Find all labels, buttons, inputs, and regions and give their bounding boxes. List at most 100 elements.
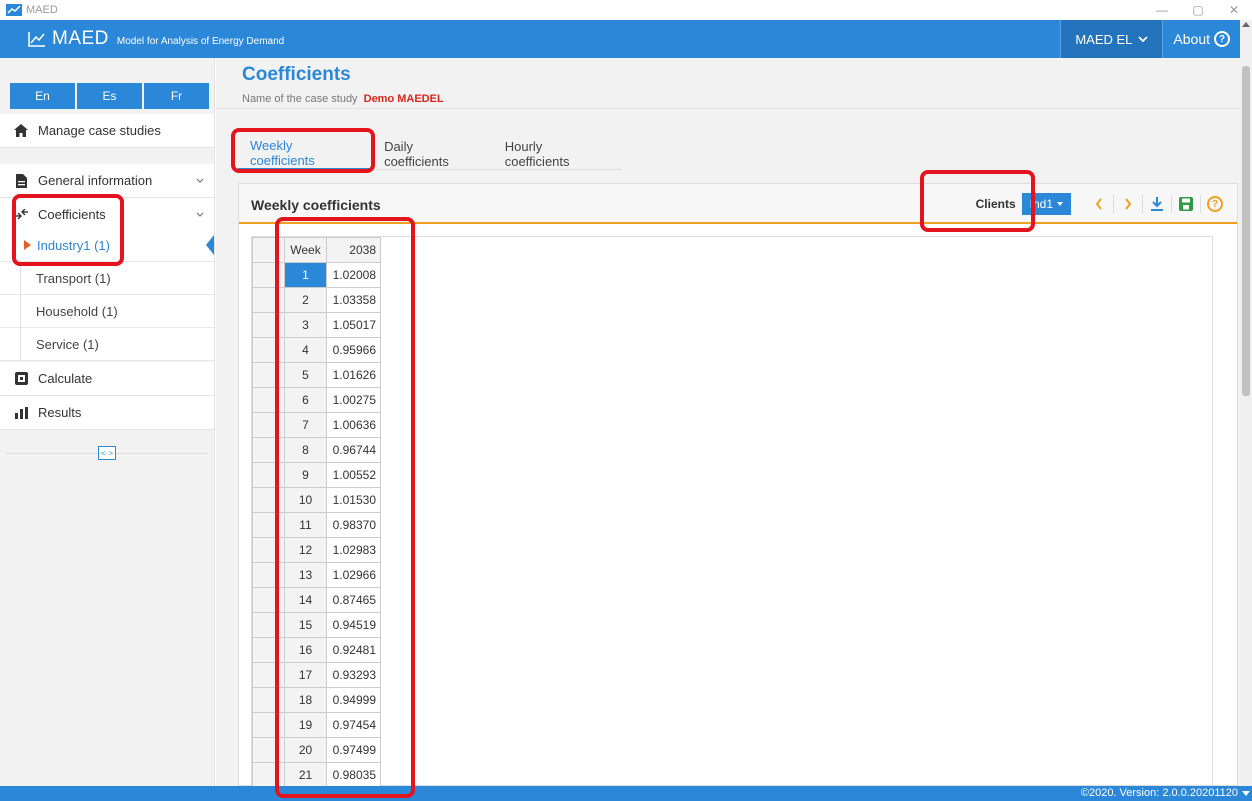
coefficient-cell[interactable]: 0.97454 <box>326 712 381 738</box>
row-header-cell[interactable] <box>252 637 285 663</box>
week-cell[interactable]: 8 <box>284 437 327 463</box>
lang-es-button[interactable]: Es <box>77 83 142 109</box>
brand[interactable]: MAED Model for Analysis of Energy Demand <box>0 28 284 50</box>
model-menu-button[interactable]: MAED EL <box>1060 20 1163 58</box>
week-cell[interactable]: 4 <box>284 337 327 363</box>
row-header-cell[interactable] <box>252 612 285 638</box>
restore-button[interactable]: ▢ <box>1180 0 1216 20</box>
tab-daily[interactable]: Daily coefficients <box>372 138 493 170</box>
row-header-cell[interactable] <box>252 437 285 463</box>
sidebar-item-results[interactable]: Results <box>0 396 214 430</box>
sidebar-item-general[interactable]: General information <box>0 164 214 198</box>
coefficient-cell[interactable]: 0.87465 <box>326 587 381 613</box>
week-cell[interactable]: 14 <box>284 587 327 613</box>
row-header-cell[interactable] <box>252 737 285 763</box>
coefficient-cell[interactable]: 0.93293 <box>326 662 381 688</box>
coefficient-cell[interactable]: 1.01626 <box>326 362 381 388</box>
row-header-cell[interactable] <box>252 287 285 313</box>
sidebar-item-manage[interactable]: Manage case studies <box>0 114 214 148</box>
week-cell[interactable]: 9 <box>284 462 327 488</box>
sidebar-subitem-transport[interactable]: Transport (1) <box>0 262 214 295</box>
week-cell[interactable]: 5 <box>284 362 327 388</box>
week-cell[interactable]: 13 <box>284 562 327 588</box>
scroll-down-icon[interactable] <box>1242 791 1250 796</box>
coefficient-cell[interactable]: 0.94999 <box>326 687 381 713</box>
panel-toolbar: Clients Ind1 ? <box>976 192 1229 216</box>
sidebar-subitem-industry[interactable]: Industry1 (1) <box>0 229 214 262</box>
sidebar-toggle-icon[interactable]: <·> <box>98 446 116 460</box>
row-header-cell[interactable] <box>252 312 285 338</box>
sidebar-item-coefficients[interactable]: Coefficients <box>0 198 214 232</box>
coefficient-cell[interactable]: 0.96744 <box>326 437 381 463</box>
close-button[interactable]: ✕ <box>1216 0 1252 20</box>
row-header-cell[interactable] <box>252 337 285 363</box>
sidebar-item-calculate[interactable]: Calculate <box>0 362 214 396</box>
coefficient-cell[interactable]: 0.94519 <box>326 612 381 638</box>
minimize-button[interactable]: — <box>1144 0 1180 20</box>
week-cell[interactable]: 3 <box>284 312 327 338</box>
vertical-scrollbar[interactable] <box>1240 20 1252 786</box>
week-cell[interactable]: 15 <box>284 612 327 638</box>
row-header-cell[interactable] <box>252 687 285 713</box>
coefficient-cell[interactable]: 0.92481 <box>326 637 381 663</box>
row-header-cell[interactable] <box>252 487 285 513</box>
lang-fr-button[interactable]: Fr <box>144 83 209 109</box>
row-header-cell[interactable] <box>252 562 285 588</box>
scrollbar-thumb[interactable] <box>1242 66 1250 396</box>
coefficient-cell[interactable]: 0.97499 <box>326 737 381 763</box>
coefficient-cell[interactable]: 1.00636 <box>326 412 381 438</box>
week-cell[interactable]: 12 <box>284 537 327 563</box>
week-cell[interactable]: 6 <box>284 387 327 413</box>
clients-dropdown[interactable]: Ind1 <box>1021 193 1071 215</box>
coefficient-cell[interactable]: 1.01530 <box>326 487 381 513</box>
week-cell[interactable]: 11 <box>284 512 327 538</box>
scroll-up-icon[interactable] <box>1242 22 1250 27</box>
week-cell[interactable]: 7 <box>284 412 327 438</box>
week-cell[interactable]: 16 <box>284 637 327 663</box>
coefficient-cell[interactable]: 1.05017 <box>326 312 381 338</box>
coefficient-cell[interactable]: 0.95966 <box>326 337 381 363</box>
week-cell[interactable]: 21 <box>284 762 327 787</box>
row-header-cell[interactable] <box>252 587 285 613</box>
sidebar-subitem-label: Service (1) <box>36 336 99 352</box>
row-header-cell[interactable] <box>252 537 285 563</box>
sidebar-subitem-household[interactable]: Household (1) <box>0 295 214 328</box>
lang-en-button[interactable]: En <box>10 83 75 109</box>
column-header-year[interactable]: 2038 <box>326 237 381 263</box>
week-cell[interactable]: 18 <box>284 687 327 713</box>
save-button[interactable] <box>1172 193 1200 215</box>
week-cell[interactable]: 1 <box>284 262 327 288</box>
row-header-cell[interactable] <box>252 462 285 488</box>
download-button[interactable] <box>1143 193 1171 215</box>
coefficient-cell[interactable]: 1.03358 <box>326 287 381 313</box>
row-header-cell[interactable] <box>252 662 285 688</box>
next-button[interactable] <box>1114 193 1142 215</box>
column-header-week[interactable]: Week <box>284 237 327 263</box>
row-header-cell[interactable] <box>252 262 285 288</box>
about-button[interactable]: About ? <box>1162 20 1240 58</box>
row-header-cell[interactable] <box>252 762 285 787</box>
week-cell[interactable]: 2 <box>284 287 327 313</box>
help-button[interactable]: ? <box>1201 193 1229 215</box>
tab-weekly[interactable]: Weekly coefficients <box>238 138 373 170</box>
coefficients-grid[interactable]: Week 2038 1 1.02008 2 1.03358 3 1.05017 4 0.95966… <box>251 236 1213 787</box>
week-cell[interactable]: 19 <box>284 712 327 738</box>
coefficient-cell[interactable]: 1.00552 <box>326 462 381 488</box>
coefficient-cell[interactable]: 0.98370 <box>326 512 381 538</box>
row-header-cell[interactable] <box>252 712 285 738</box>
sidebar-subitem-service[interactable]: Service (1) <box>0 328 214 361</box>
row-header-cell[interactable] <box>252 387 285 413</box>
coefficient-cell[interactable]: 0.98035 <box>326 762 381 787</box>
coefficient-cell[interactable]: 1.02966 <box>326 562 381 588</box>
week-cell[interactable]: 10 <box>284 487 327 513</box>
previous-button[interactable] <box>1085 193 1113 215</box>
tab-hourly[interactable]: Hourly coefficients <box>493 138 622 170</box>
row-header-cell[interactable] <box>252 412 285 438</box>
row-header-cell[interactable] <box>252 362 285 388</box>
week-cell[interactable]: 20 <box>284 737 327 763</box>
coefficient-cell[interactable]: 1.02008 <box>326 262 381 288</box>
coefficient-cell[interactable]: 1.02983 <box>326 537 381 563</box>
row-header-cell[interactable] <box>252 512 285 538</box>
week-cell[interactable]: 17 <box>284 662 327 688</box>
coefficient-cell[interactable]: 1.00275 <box>326 387 381 413</box>
